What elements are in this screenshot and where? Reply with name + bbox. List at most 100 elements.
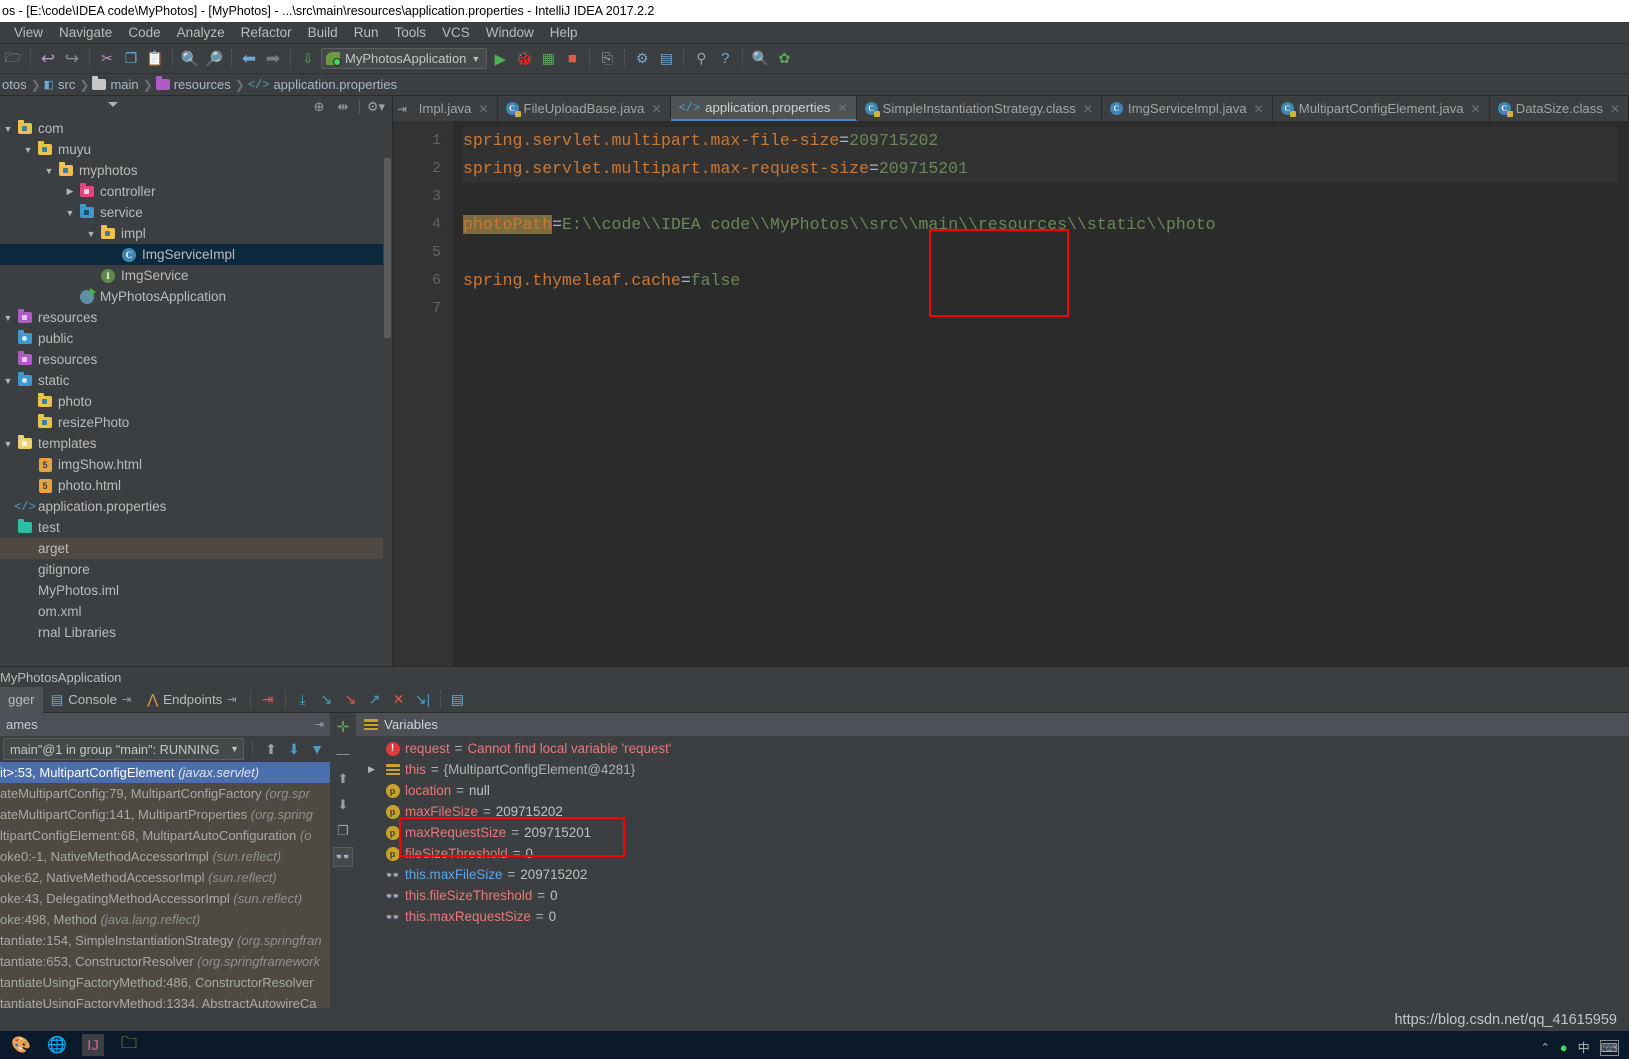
tree-item-photo[interactable]: photo xyxy=(0,391,392,412)
tree-item-rnal-libraries[interactable]: rnal Libraries xyxy=(0,622,392,643)
tree-expand-arrow-icon[interactable]: ▼ xyxy=(0,313,16,323)
move-up-icon[interactable]: ⬆ xyxy=(333,769,353,789)
expand-arrow-icon[interactable]: ▶ xyxy=(368,764,380,775)
step-into-icon[interactable]: ↘ xyxy=(315,689,339,711)
search-everywhere-icon[interactable]: 🔍 xyxy=(749,48,771,70)
code-line[interactable]: spring.servlet.multipart.max-request-siz… xyxy=(463,155,1617,183)
settings-icon[interactable]: 👓 xyxy=(333,847,353,867)
undo-icon[interactable]: ↩ xyxy=(37,48,59,70)
tree-item-impl[interactable]: ▼impl xyxy=(0,223,392,244)
variable-row[interactable]: 👓this.maxFileSize=209715202 xyxy=(356,864,1629,885)
code-line[interactable] xyxy=(463,295,1617,323)
stack-frame-row[interactable]: ltipartConfigElement:68, MultipartAutoCo… xyxy=(0,825,330,846)
editor-tab-fileuploadbase-java[interactable]: CFileUploadBase.java✕ xyxy=(498,96,671,121)
evaluate-expression-icon[interactable]: ▤ xyxy=(446,689,470,711)
copy-icon[interactable]: ❐ xyxy=(120,48,142,70)
menu-item-tools[interactable]: Tools xyxy=(386,23,434,42)
tree-item-muyu[interactable]: ▼muyu xyxy=(0,139,392,160)
tree-expand-arrow-icon[interactable]: ▼ xyxy=(62,208,78,218)
breadcrumb-item-file[interactable]: </> application.properties xyxy=(246,77,400,92)
code-editor[interactable]: 1234567 spring.servlet.multipart.max-fil… xyxy=(393,121,1629,666)
chrome-icon[interactable]: 🌐 xyxy=(46,1034,68,1056)
menu-item-window[interactable]: Window xyxy=(478,23,542,42)
stack-frame-row[interactable]: ateMultipartConfig:141, MultipartPropert… xyxy=(0,804,330,825)
project-tree[interactable]: ▼com▼muyu▼myphotos▶controller▼service▼im… xyxy=(0,118,392,643)
project-structure-icon[interactable]: ▤ xyxy=(655,48,677,70)
variable-row[interactable]: 👓this.maxRequestSize=0 xyxy=(356,906,1629,927)
tree-expand-arrow-icon[interactable]: ▼ xyxy=(83,229,99,239)
spring-beans-icon[interactable]: ✿ xyxy=(773,48,795,70)
move-down-icon[interactable]: ⬇ xyxy=(284,738,304,760)
editor-tab-imgserviceimpl-java[interactable]: CImgServiceImpl.java✕ xyxy=(1102,96,1273,121)
tab-console[interactable]: ▤ Console ⇥ xyxy=(43,687,140,713)
menu-item-code[interactable]: Code xyxy=(120,23,168,42)
open-project-icon[interactable]: 🗁 xyxy=(2,48,24,70)
tree-item-public[interactable]: public xyxy=(0,328,392,349)
tray-keyboard-icon[interactable]: ⌨ xyxy=(1600,1040,1619,1056)
help-icon[interactable]: ? xyxy=(714,48,736,70)
menu-item-help[interactable]: Help xyxy=(542,23,586,42)
stack-frame-row[interactable]: it>:53, MultipartConfigElement (javax.se… xyxy=(0,762,330,783)
stack-frame-row[interactable]: oke0:-1, NativeMethodAccessorImpl (sun.r… xyxy=(0,846,330,867)
update-app-icon[interactable]: ⎘ xyxy=(596,48,618,70)
filter-icon[interactable]: ▼ xyxy=(307,738,327,760)
pin-icon[interactable]: ⇥ xyxy=(227,693,236,706)
menu-item-refactor[interactable]: Refactor xyxy=(233,23,300,42)
run-configuration-selector[interactable]: MyPhotosApplication ▼ xyxy=(321,48,487,69)
show-execution-point-icon[interactable]: ⇥ xyxy=(256,689,280,711)
stack-frame-row[interactable]: tantiateUsingFactoryMethod:1334, Abstrac… xyxy=(0,993,330,1008)
editor-tab-application-properties[interactable]: </>application.properties✕ xyxy=(671,96,857,121)
move-down-icon[interactable]: ⬇ xyxy=(333,795,353,815)
menu-item-navigate[interactable]: Navigate xyxy=(51,23,120,42)
close-icon[interactable]: ✕ xyxy=(1471,102,1481,116)
sort-icon[interactable]: ⇩ xyxy=(297,48,319,70)
close-icon[interactable]: ✕ xyxy=(1254,102,1264,116)
folder-icon[interactable]: 🗀 xyxy=(118,1034,140,1056)
redo-icon[interactable]: ↪ xyxy=(61,48,83,70)
cut-icon[interactable]: ✂ xyxy=(96,48,118,70)
variable-row[interactable]: !request=Cannot find local variable 'req… xyxy=(356,738,1629,759)
tree-item-imgserviceimpl[interactable]: CImgServiceImpl xyxy=(0,244,392,265)
run-to-cursor-icon[interactable]: ↘| xyxy=(411,689,435,711)
run-coverage-button[interactable]: ▦ xyxy=(537,48,559,70)
tree-item-gitignore[interactable]: gitignore xyxy=(0,559,392,580)
stack-frame-row[interactable]: ateMultipartConfig:79, MultipartConfigFa… xyxy=(0,783,330,804)
editor-tab-datasize-class[interactable]: CDataSize.class✕ xyxy=(1490,96,1629,121)
add-watch-icon[interactable]: ✛ xyxy=(333,717,353,737)
frames-list[interactable]: it>:53, MultipartConfigElement (javax.se… xyxy=(0,762,330,1008)
stack-frame-row[interactable]: tantiate:653, ConstructorResolver (org.s… xyxy=(0,951,330,972)
tree-item-resources[interactable]: ▼resources xyxy=(0,307,392,328)
paste-icon[interactable]: 📋 xyxy=(144,48,166,70)
stack-frame-row[interactable]: oke:498, Method (java.lang.reflect) xyxy=(0,909,330,930)
tree-item-arget[interactable]: arget xyxy=(0,538,392,559)
tree-expand-arrow-icon[interactable]: ▼ xyxy=(0,439,16,449)
variable-row[interactable]: pmaxRequestSize=209715201 xyxy=(356,822,1629,843)
drop-frame-icon[interactable]: ✕ xyxy=(387,689,411,711)
tray-ime-icon[interactable]: 中 xyxy=(1578,1039,1590,1056)
stack-frame-row[interactable]: tantiateUsingFactoryMethod:486, Construc… xyxy=(0,972,330,993)
close-icon[interactable]: ✕ xyxy=(478,102,488,116)
variable-row[interactable]: plocation=null xyxy=(356,780,1629,801)
editor-tab-bar[interactable]: ⇥ Impl.java✕CFileUploadBase.java✕</>appl… xyxy=(393,96,1629,121)
sdk-manager-icon[interactable]: ⚲ xyxy=(690,48,712,70)
breadcrumb-item-src[interactable]: ◧ src xyxy=(42,77,79,92)
breadcrumb-item-project[interactable]: otos xyxy=(0,77,30,92)
menu-item-analyze[interactable]: Analyze xyxy=(169,23,233,42)
find-usages-icon[interactable]: 🔎 xyxy=(203,48,225,70)
back-icon[interactable]: ⬅ xyxy=(238,48,260,70)
tree-item-resources[interactable]: resources xyxy=(0,349,392,370)
close-icon[interactable]: ✕ xyxy=(838,101,848,115)
copy-icon[interactable]: ❐ xyxy=(333,821,353,841)
tab-endpoints[interactable]: ⋀ Endpoints ⇥ xyxy=(139,687,244,713)
tree-item-test[interactable]: test xyxy=(0,517,392,538)
close-icon[interactable]: ✕ xyxy=(1610,102,1620,116)
tree-expand-arrow-icon[interactable]: ▼ xyxy=(20,145,36,155)
stack-frame-row[interactable]: oke:43, DelegatingMethodAccessorImpl (su… xyxy=(0,888,330,909)
tree-item-om-xml[interactable]: om.xml xyxy=(0,601,392,622)
tree-expand-arrow-icon[interactable]: ▼ xyxy=(0,124,16,134)
tray-expand-icon[interactable]: ⌃ xyxy=(1541,1041,1550,1054)
variable-row[interactable]: 👓this.fileSizeThreshold=0 xyxy=(356,885,1629,906)
tree-item-myphotos-iml[interactable]: MyPhotos.iml xyxy=(0,580,392,601)
editor-tab-multipartconfigelement-java[interactable]: CMultipartConfigElement.java✕ xyxy=(1273,96,1490,121)
thread-combo[interactable]: main"@1 in group "main": RUNNING ▼ xyxy=(3,738,244,760)
